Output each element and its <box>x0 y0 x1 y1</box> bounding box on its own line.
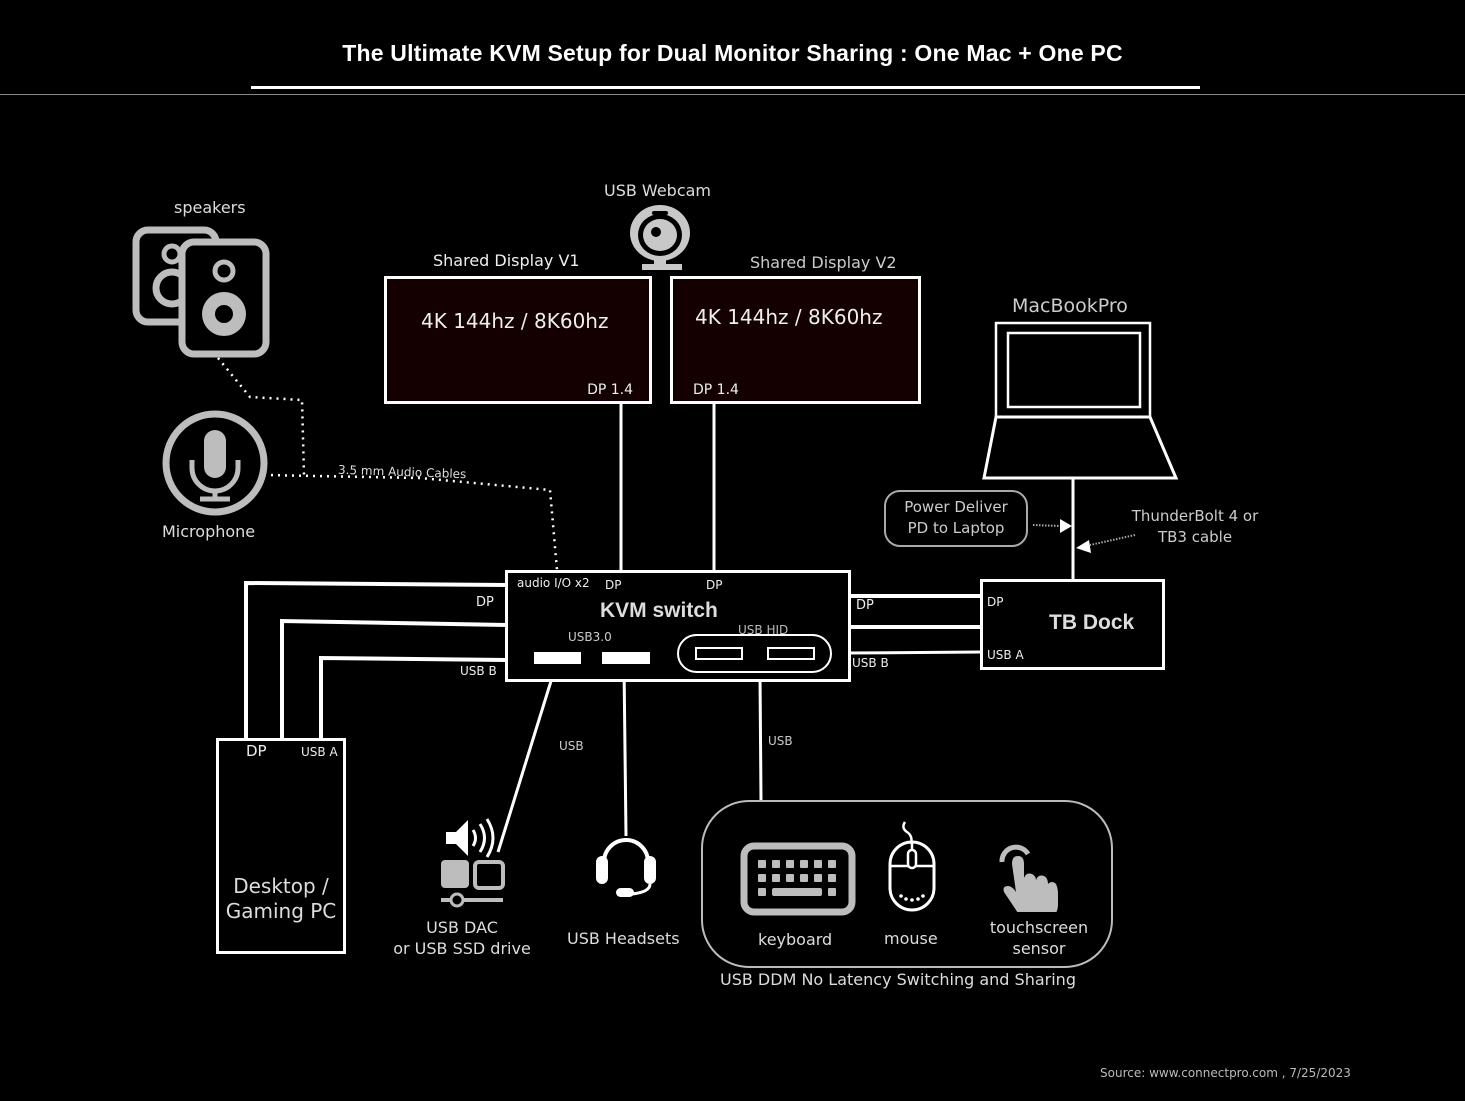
pc-usb-a-label: USB A <box>301 745 338 759</box>
thunderbolt-line2: TB3 cable <box>1157 528 1233 546</box>
pc-line2: Gaming PC <box>225 899 337 923</box>
pd-line2: PD to Laptop <box>907 519 1005 537</box>
display-v2-label: Shared Display V2 <box>750 253 897 272</box>
cable-usb-headset <box>622 664 628 837</box>
pc-line1: Desktop / <box>233 874 329 898</box>
pd-arrow <box>1060 519 1072 533</box>
usb-hid-port-group <box>677 634 832 673</box>
kvm-switch: audio I/O x2 DP DP KVM switch USB3.0 USB… <box>505 570 851 682</box>
display-v2-port: DP 1.4 <box>693 382 739 398</box>
usb-hid-port-1 <box>695 647 743 660</box>
usb3-port-1 <box>534 652 581 664</box>
usb-hid-port-2 <box>767 647 815 660</box>
display-v1-label: Shared Display V1 <box>433 251 580 270</box>
keyboard-icon <box>740 842 856 916</box>
display-v2-spec: 4K 144hz / 8K60hz <box>695 305 883 329</box>
display-v1: 4K 144hz / 8K60hz DP 1.4 <box>384 276 652 404</box>
cable-dock-usb <box>849 650 983 655</box>
speakers-label: speakers <box>174 198 246 217</box>
keyboard-label: keyboard <box>758 930 833 949</box>
speaker-icon <box>132 226 270 358</box>
headset-label: USB Headsets <box>567 929 680 948</box>
pd-line1: Power Deliver <box>904 498 1008 516</box>
tb-dock-usb-a: USB A <box>987 648 1024 662</box>
webcam-icon <box>630 205 690 270</box>
tb-dock-dp: DP <box>987 595 1004 609</box>
usb-dac-line1: USB DAC <box>426 918 498 937</box>
tb-dock-title: TB Dock <box>1049 611 1135 634</box>
kvm-left-dp-label: DP <box>476 595 494 610</box>
tb-dock: DP TB Dock USB A <box>980 579 1165 670</box>
pc-dp-label: DP <box>246 742 267 760</box>
kvm-dp-top-1: DP <box>605 578 622 592</box>
kvm-usb3-label: USB3.0 <box>568 630 612 644</box>
thunderbolt-line1: ThunderBolt 4 or <box>1131 507 1259 525</box>
macbook-label: MacBookPro <box>1012 295 1128 317</box>
desktop-pc: DP USB A Desktop / Gaming PC <box>216 738 346 954</box>
laptop-icon <box>982 321 1179 480</box>
webcam-label: USB Webcam <box>604 181 711 200</box>
kvm-title: KVM switch <box>600 599 718 622</box>
display-v1-spec: 4K 144hz / 8K60hz <box>421 309 609 333</box>
mouse-icon <box>888 821 936 912</box>
mouse-label: mouse <box>884 929 938 948</box>
usb-cable-label-2: USB <box>768 734 793 748</box>
cable-audio-mic <box>263 473 559 571</box>
kvm-left-usbb-label: USB B <box>460 664 497 678</box>
tb-arrow <box>1076 540 1091 553</box>
cable-usb-hid <box>758 674 763 801</box>
display-v2: 4K 144hz / 8K60hz DP 1.4 <box>670 276 921 404</box>
microphone-icon <box>162 410 268 516</box>
touchscreen-line2: sensor <box>1012 939 1066 958</box>
source-credit: Source: www.connectpro.com , 7/25/2023 <box>1100 1066 1351 1080</box>
headset-icon <box>596 838 656 897</box>
touchscreen-line1: touchscreen <box>989 918 1089 937</box>
touch-hand-icon <box>999 844 1058 912</box>
cable-pc-dp-2 <box>280 618 508 740</box>
microphone-label: Microphone <box>162 522 256 541</box>
usb-cable-label-1: USB <box>559 739 584 753</box>
kvm-dp-top-2: DP <box>706 578 723 592</box>
display-v1-port: DP 1.4 <box>587 382 633 398</box>
power-delivery-callout: Power Deliver PD to Laptop <box>884 490 1028 547</box>
hid-group-caption: USB DDM No Latency Switching and Sharing <box>720 970 1076 989</box>
kvm-right-usbb-label: USB B <box>852 656 889 670</box>
kvm-right-dp-label: DP <box>856 598 874 613</box>
usb-dac-line2: or USB SSD drive <box>393 939 531 958</box>
usb3-port-2 <box>602 652 650 664</box>
kvm-audio-port: audio I/O x2 <box>517 576 590 590</box>
usb-dac-icon <box>441 818 505 908</box>
